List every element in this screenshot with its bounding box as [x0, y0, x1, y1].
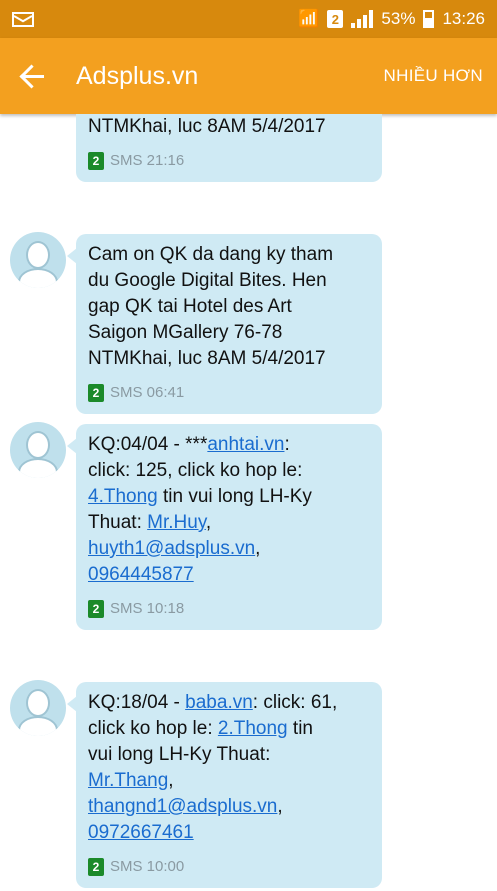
message-line: vui long LH-Ky Thuat:: [88, 742, 370, 768]
email-notification-icon: [12, 11, 34, 27]
message-link[interactable]: Mr.Huy: [147, 512, 206, 533]
more-button[interactable]: NHIỀU HƠN: [384, 66, 483, 86]
message-line: 0964445877: [88, 562, 370, 588]
message-line: NTMKhai, luc 8AM 5/4/2017: [88, 114, 370, 140]
message-text-segment: NTMKhai, luc 8AM 5/4/2017: [88, 116, 326, 137]
message-text: KQ:04/04 - ***anhtai.vn: click: 125, clic…: [88, 432, 370, 588]
message-link[interactable]: thangnd1@adsplus.vn: [88, 796, 277, 817]
message-meta: 2 SMS 10:00: [88, 854, 370, 880]
contact-avatar-icon[interactable]: [10, 680, 66, 736]
message-link[interactable]: baba.vn: [185, 692, 253, 713]
message-link[interactable]: Mr.Thang: [88, 770, 168, 791]
message-list[interactable]: NTMKhai, luc 8AM 5/4/2017 2 SMS 21:16 Ca…: [0, 114, 497, 891]
message-line: Mr.Thang,: [88, 768, 370, 794]
message-link[interactable]: 0964445877: [88, 564, 194, 585]
message-line: click: 125, click ko hop le:: [88, 458, 370, 484]
message-text-segment: click: 125, click ko hop le:: [88, 460, 303, 481]
message-meta: 2 SMS 21:16: [88, 148, 370, 174]
message-time: SMS 10:00: [110, 858, 185, 875]
message-bubble[interactable]: NTMKhai, luc 8AM 5/4/2017 2 SMS 21:16: [76, 114, 382, 182]
message-text-segment: ,: [205, 512, 212, 533]
clock: 13:26: [442, 9, 485, 28]
message-text: Cam on QK da dang ky tham du Google Digit…: [88, 242, 370, 372]
message-text-segment: :: [284, 434, 290, 455]
message-line: Saigon MGallery 76-78: [88, 320, 370, 346]
message-line: huyth1@adsplus.vn,: [88, 536, 370, 562]
status-bar: 📶 2 53% 13:26: [0, 0, 497, 38]
message-line: Thuat: Mr.Huy,: [88, 510, 370, 536]
message-meta: 2 SMS 10:18: [88, 596, 370, 622]
message-text-segment: ,: [168, 770, 174, 791]
message-text-segment: : click: 61,: [252, 692, 338, 713]
message-text-segment: click ko hop le:: [88, 718, 218, 739]
message-text-segment: tin vui long LH-Ky: [157, 486, 312, 507]
app-bar: Adsplus.vn NHIỀU HƠN: [0, 38, 497, 114]
message-text-segment: KQ:18/04 -: [88, 692, 186, 713]
message-line: thangnd1@adsplus.vn,: [88, 794, 370, 820]
conversation-title: Adsplus.vn: [76, 61, 199, 90]
message-time: SMS 06:41: [110, 384, 185, 401]
contact-avatar-icon[interactable]: [10, 422, 66, 478]
message-line: click ko hop le: 2.Thong tin: [88, 716, 370, 742]
message-text-segment: gap QK tai Hotel des Art: [88, 296, 292, 317]
message-text-segment: ,: [277, 796, 283, 817]
message-link[interactable]: 2.Thong: [218, 718, 288, 739]
message-bubble[interactable]: KQ:04/04 - ***anhtai.vn: click: 125, clic…: [67, 424, 382, 630]
sim-badge-icon: 2: [88, 384, 104, 402]
message-meta: 2 SMS 06:41: [88, 380, 370, 406]
back-arrow-icon[interactable]: [20, 63, 46, 89]
battery-percent: 53%: [381, 9, 416, 28]
message-text: KQ:18/04 - baba.vn: click: 61, click ko h…: [88, 690, 370, 846]
status-right: 📶 2 53% 13:26: [298, 9, 485, 29]
message-bubble[interactable]: Cam on QK da dang ky tham du Google Digit…: [67, 234, 382, 414]
message-text-segment: tin: [287, 718, 313, 739]
message-line: Cam on QK da dang ky tham: [88, 242, 370, 268]
sim-badge-icon: 2: [88, 600, 104, 618]
message-text-segment: vui long LH-Ky Thuat:: [88, 744, 271, 765]
message-text-segment: du Google Digital Bites. Hen: [88, 270, 327, 291]
contact-avatar-icon[interactable]: [10, 232, 66, 288]
message-time: SMS 10:18: [110, 600, 185, 617]
message-text-segment: Saigon MGallery 76-78: [88, 322, 283, 343]
message-text-segment: Thuat:: [88, 512, 148, 533]
message-line: 0972667461: [88, 820, 370, 846]
message-link[interactable]: 0972667461: [88, 822, 194, 843]
message-line: KQ:04/04 - ***anhtai.vn:: [88, 432, 370, 458]
message-link[interactable]: 4.Thong: [88, 486, 158, 507]
message-link[interactable]: anhtai.vn: [207, 434, 284, 455]
message-line: NTMKhai, luc 8AM 5/4/2017: [88, 346, 370, 372]
message-text-segment: KQ:04/04 - ***: [88, 434, 208, 455]
message-line: KQ:18/04 - baba.vn: click: 61,: [88, 690, 370, 716]
sim-icon: 2: [327, 10, 344, 28]
wifi-icon: 📶: [298, 9, 320, 28]
battery-icon: [423, 10, 435, 28]
message-line: du Google Digital Bites. Hen: [88, 268, 370, 294]
message-bubble[interactable]: KQ:18/04 - baba.vn: click: 61, click ko h…: [67, 682, 382, 888]
sim-badge-icon: 2: [88, 152, 104, 170]
sim-badge-icon: 2: [88, 858, 104, 876]
message-text: NTMKhai, luc 8AM 5/4/2017: [88, 114, 370, 140]
message-text-segment: NTMKhai, luc 8AM 5/4/2017: [88, 348, 326, 369]
message-line: gap QK tai Hotel des Art: [88, 294, 370, 320]
message-text-segment: Cam on QK da dang ky tham: [88, 244, 334, 265]
message-time: SMS 21:16: [110, 152, 185, 169]
message-text-segment: ,: [255, 538, 261, 559]
message-link[interactable]: huyth1@adsplus.vn: [88, 538, 255, 559]
signal-icon: [351, 10, 374, 28]
message-line: 4.Thong tin vui long LH-Ky: [88, 484, 370, 510]
